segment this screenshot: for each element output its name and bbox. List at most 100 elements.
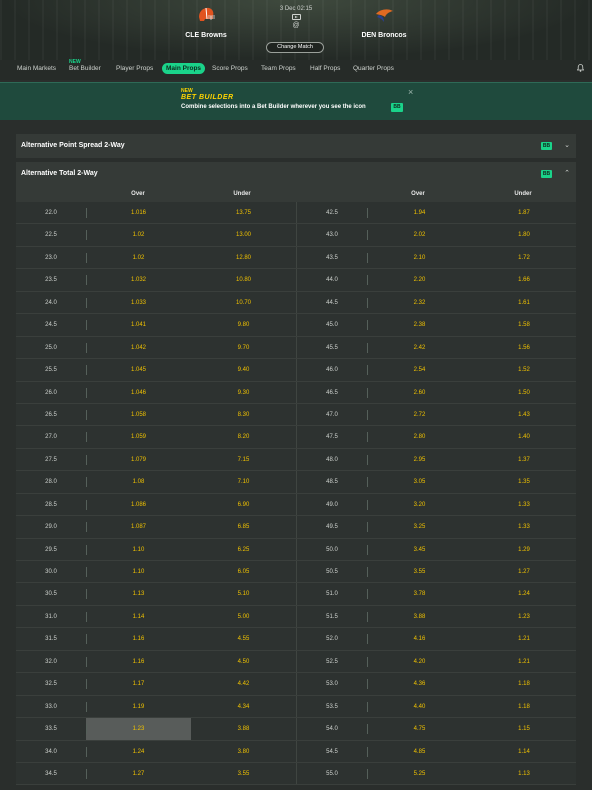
over-odds-1[interactable]: 1.24 <box>86 741 191 762</box>
under-odds-2[interactable]: 1.43 <box>472 404 576 425</box>
under-odds-2[interactable]: 1.50 <box>472 382 576 403</box>
over-odds-1[interactable]: 1.02 <box>86 224 191 245</box>
close-icon[interactable]: × <box>408 87 413 97</box>
over-odds-1[interactable]: 1.10 <box>86 561 191 582</box>
under-odds-2[interactable]: 1.33 <box>472 494 576 515</box>
under-odds-1[interactable]: 10.80 <box>191 269 296 290</box>
under-odds-1[interactable]: 6.90 <box>191 494 296 515</box>
over-odds-2[interactable]: 2.42 <box>367 337 472 358</box>
under-odds-1[interactable]: 12.80 <box>191 247 296 268</box>
under-odds-1[interactable]: 5.10 <box>191 583 296 604</box>
over-odds-1[interactable]: 1.079 <box>86 449 191 470</box>
over-odds-1[interactable]: 1.033 <box>86 292 191 313</box>
over-odds-1[interactable]: 1.042 <box>86 337 191 358</box>
over-odds-2[interactable]: 4.36 <box>367 673 472 694</box>
under-odds-1[interactable]: 3.88 <box>191 718 296 739</box>
over-odds-2[interactable]: 3.88 <box>367 606 472 627</box>
under-odds-1[interactable]: 9.40 <box>191 359 296 380</box>
tab-half-props[interactable]: Half Props <box>310 65 340 72</box>
under-odds-1[interactable]: 6.85 <box>191 516 296 537</box>
over-odds-2[interactable]: 4.75 <box>367 718 472 739</box>
over-odds-1[interactable]: 1.058 <box>86 404 191 425</box>
over-odds-2[interactable]: 1.94 <box>367 202 472 223</box>
under-odds-1[interactable]: 9.70 <box>191 337 296 358</box>
change-match-button[interactable]: Change Match <box>266 42 324 53</box>
over-odds-1[interactable]: 1.16 <box>86 651 191 672</box>
tab-score-props[interactable]: Score Props <box>212 65 248 72</box>
under-odds-2[interactable]: 1.21 <box>472 628 576 649</box>
under-odds-1[interactable]: 4.55 <box>191 628 296 649</box>
over-odds-1[interactable]: 1.086 <box>86 494 191 515</box>
over-odds-2[interactable]: 2.95 <box>367 449 472 470</box>
under-odds-1[interactable]: 3.55 <box>191 763 296 784</box>
under-odds-2[interactable]: 1.37 <box>472 449 576 470</box>
under-odds-2[interactable]: 1.66 <box>472 269 576 290</box>
under-odds-1[interactable]: 8.30 <box>191 404 296 425</box>
over-odds-2[interactable]: 3.78 <box>367 583 472 604</box>
under-odds-2[interactable]: 1.58 <box>472 314 576 335</box>
under-odds-1[interactable]: 7.10 <box>191 471 296 492</box>
tab-quarter-props[interactable]: Quarter Props <box>353 65 394 72</box>
over-odds-1[interactable]: 1.045 <box>86 359 191 380</box>
under-odds-1[interactable]: 4.34 <box>191 696 296 717</box>
tab-main-markets[interactable]: Main Markets <box>17 65 56 72</box>
under-odds-1[interactable]: 7.15 <box>191 449 296 470</box>
under-odds-1[interactable]: 6.25 <box>191 539 296 560</box>
under-odds-2[interactable]: 1.29 <box>472 539 576 560</box>
bell-icon[interactable] <box>577 64 584 72</box>
over-odds-2[interactable]: 2.20 <box>367 269 472 290</box>
over-odds-1[interactable]: 1.23 <box>86 718 191 740</box>
over-odds-2[interactable]: 2.80 <box>367 426 472 447</box>
over-odds-2[interactable]: 2.10 <box>367 247 472 268</box>
over-odds-2[interactable]: 2.38 <box>367 314 472 335</box>
under-odds-1[interactable]: 6.05 <box>191 561 296 582</box>
under-odds-2[interactable]: 1.18 <box>472 696 576 717</box>
under-odds-1[interactable]: 9.80 <box>191 314 296 335</box>
over-odds-2[interactable]: 2.72 <box>367 404 472 425</box>
over-odds-2[interactable]: 3.20 <box>367 494 472 515</box>
over-odds-2[interactable]: 2.02 <box>367 224 472 245</box>
live-stream-icon[interactable] <box>291 14 301 20</box>
under-odds-2[interactable]: 1.61 <box>472 292 576 313</box>
under-odds-2[interactable]: 1.87 <box>472 202 576 223</box>
over-odds-2[interactable]: 2.60 <box>367 382 472 403</box>
over-odds-1[interactable]: 1.041 <box>86 314 191 335</box>
over-odds-1[interactable]: 1.14 <box>86 606 191 627</box>
under-odds-1[interactable]: 13.75 <box>191 202 296 223</box>
under-odds-2[interactable]: 1.80 <box>472 224 576 245</box>
over-odds-1[interactable]: 1.059 <box>86 426 191 447</box>
under-odds-1[interactable]: 4.50 <box>191 651 296 672</box>
under-odds-2[interactable]: 1.24 <box>472 583 576 604</box>
under-odds-2[interactable]: 1.40 <box>472 426 576 447</box>
under-odds-2[interactable]: 1.72 <box>472 247 576 268</box>
over-odds-1[interactable]: 1.087 <box>86 516 191 537</box>
over-odds-1[interactable]: 1.016 <box>86 202 191 223</box>
under-odds-2[interactable]: 1.56 <box>472 337 576 358</box>
over-odds-2[interactable]: 4.20 <box>367 651 472 672</box>
over-odds-1[interactable]: 1.27 <box>86 763 191 784</box>
over-odds-2[interactable]: 4.40 <box>367 696 472 717</box>
over-odds-2[interactable]: 2.32 <box>367 292 472 313</box>
over-odds-2[interactable]: 4.16 <box>367 628 472 649</box>
tab-team-props[interactable]: Team Props <box>261 65 296 72</box>
over-odds-1[interactable]: 1.08 <box>86 471 191 492</box>
over-odds-2[interactable]: 3.55 <box>367 561 472 582</box>
tab-bet-builder[interactable]: NEW Bet Builder <box>69 59 101 72</box>
over-odds-1[interactable]: 1.19 <box>86 696 191 717</box>
under-odds-1[interactable]: 8.20 <box>191 426 296 447</box>
over-odds-2[interactable]: 3.05 <box>367 471 472 492</box>
under-odds-1[interactable]: 3.80 <box>191 741 296 762</box>
over-odds-1[interactable]: 1.10 <box>86 539 191 560</box>
under-odds-1[interactable]: 9.30 <box>191 382 296 403</box>
over-odds-1[interactable]: 1.032 <box>86 269 191 290</box>
over-odds-2[interactable]: 4.85 <box>367 741 472 762</box>
under-odds-2[interactable]: 1.15 <box>472 718 576 739</box>
under-odds-2[interactable]: 1.13 <box>472 763 576 784</box>
section-alt-point-spread[interactable]: Alternative Point Spread 2-Way BB ⌄ <box>16 134 576 158</box>
under-odds-2[interactable]: 1.23 <box>472 606 576 627</box>
over-odds-1[interactable]: 1.13 <box>86 583 191 604</box>
over-odds-1[interactable]: 1.17 <box>86 673 191 694</box>
tab-main-props[interactable]: Main Props <box>162 63 206 74</box>
under-odds-1[interactable]: 4.42 <box>191 673 296 694</box>
under-odds-2[interactable]: 1.21 <box>472 651 576 672</box>
